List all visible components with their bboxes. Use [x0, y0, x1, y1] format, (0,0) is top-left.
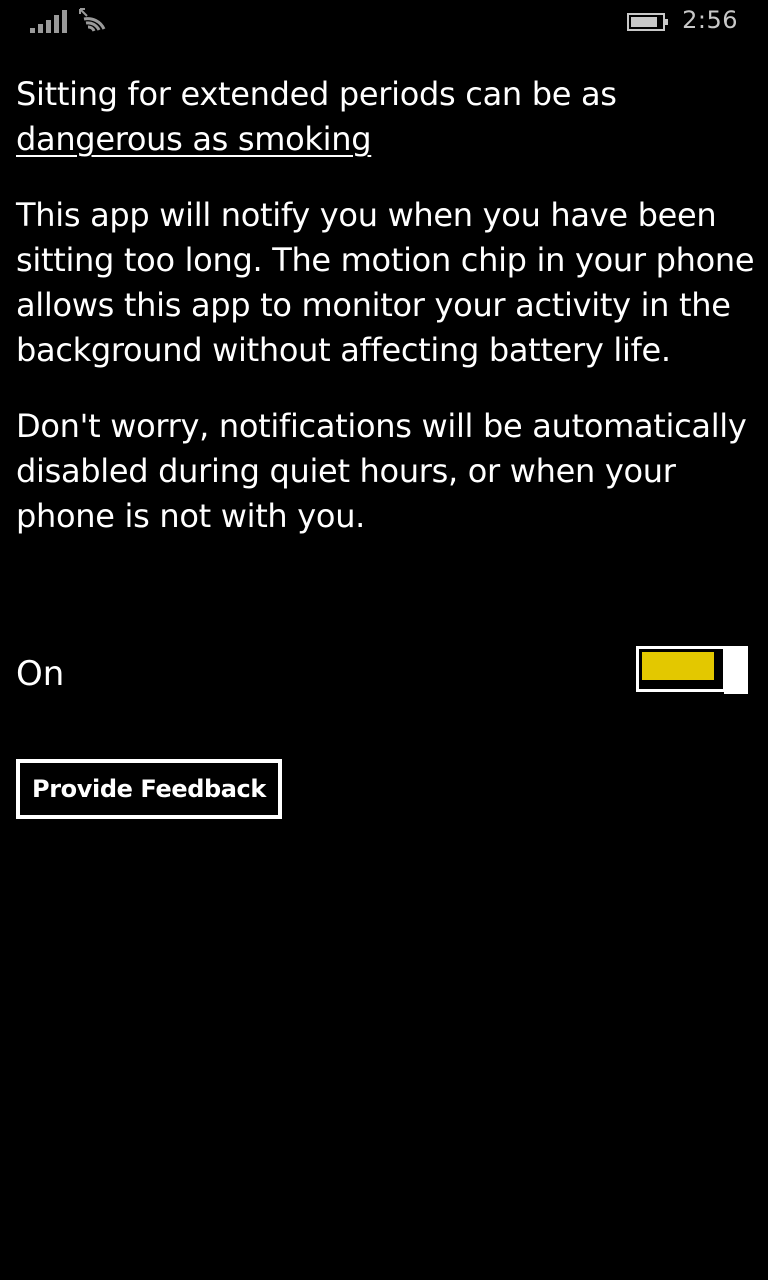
notification-toggle-switch[interactable]: [636, 646, 750, 696]
intro-paragraph: Sitting for extended periods can be as d…: [16, 72, 756, 162]
notification-toggle-row: On: [16, 646, 750, 698]
toggle-fill: [642, 652, 714, 680]
app-description-paragraph: This app will notify you when you have b…: [16, 196, 755, 369]
wifi-icon: [79, 8, 106, 32]
quiet-hours-paragraph: Don't worry, notifications will be autom…: [16, 407, 747, 535]
signal-bars-icon: [30, 10, 67, 33]
intro-text: Sitting for extended periods can be as: [16, 75, 617, 113]
description: Sitting for extended periods can be as d…: [16, 72, 756, 539]
status-time: 2:56: [682, 6, 738, 34]
status-bar: 2:56: [0, 0, 768, 44]
toggle-thumb[interactable]: [724, 646, 748, 694]
toggle-state-label: On: [16, 654, 65, 694]
battery-icon: [627, 13, 668, 31]
provide-feedback-button[interactable]: Provide Feedback: [16, 759, 282, 819]
dangerous-as-smoking-link[interactable]: dangerous as smoking: [16, 120, 372, 158]
